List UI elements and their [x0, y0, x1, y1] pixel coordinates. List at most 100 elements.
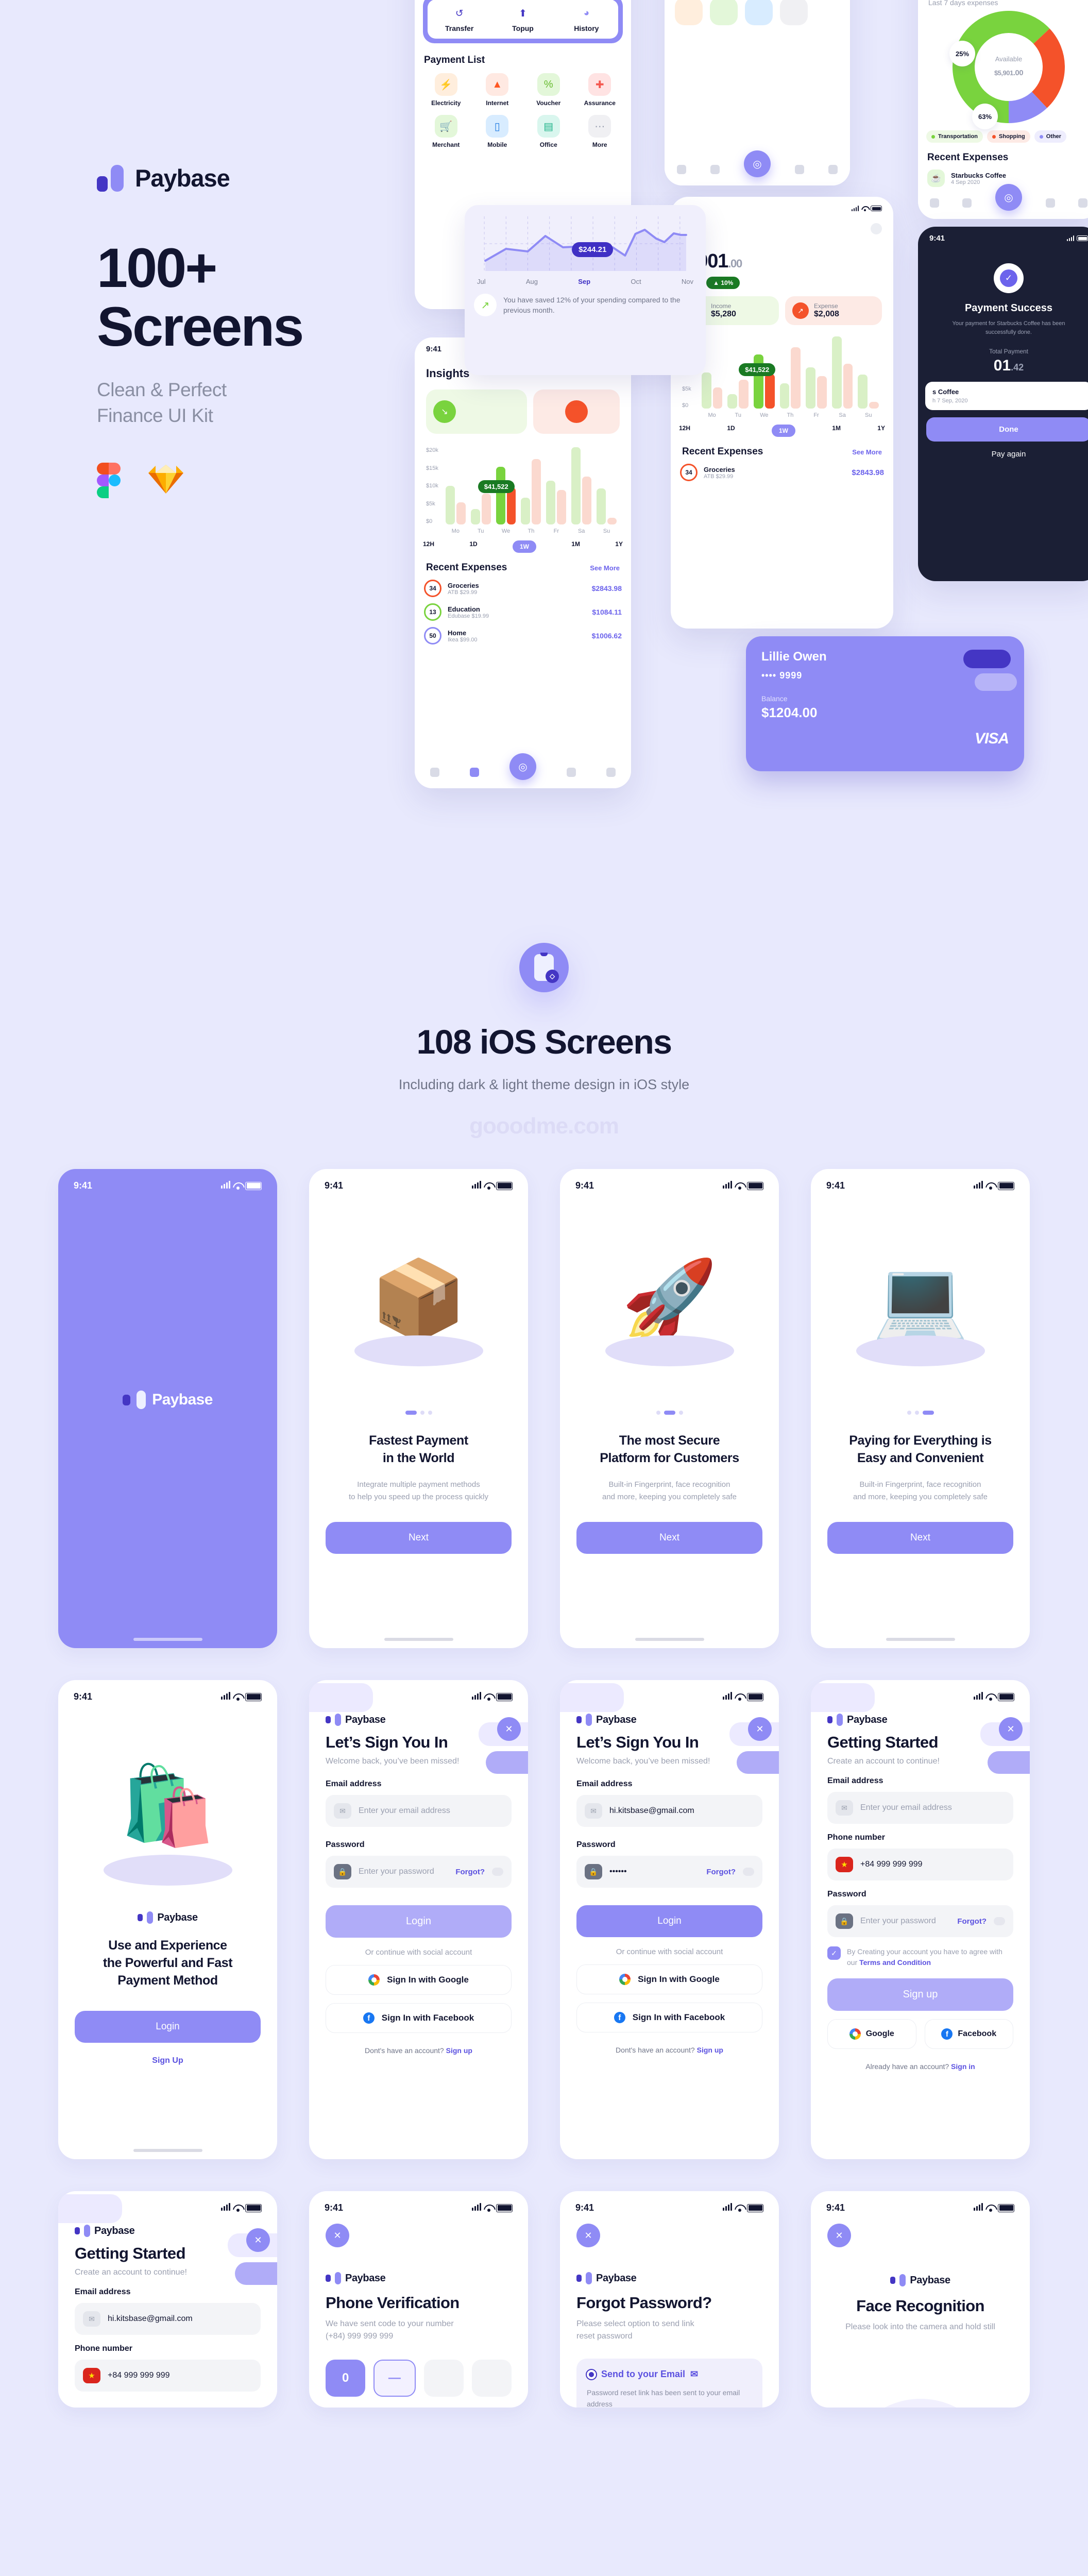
close-icon[interactable]: ✕: [246, 2228, 270, 2252]
close-icon[interactable]: ✕: [827, 2224, 851, 2247]
range-1m[interactable]: 1M: [832, 425, 841, 437]
month-nov[interactable]: Nov: [682, 278, 693, 285]
eye-off-icon[interactable]: [994, 1917, 1005, 1925]
month-jul[interactable]: Jul: [477, 278, 486, 285]
otp-digit-4[interactable]: [471, 2360, 512, 2397]
quick-action-topup[interactable]: ⬆ Topup: [491, 7, 554, 33]
terms-checkbox[interactable]: ✓: [827, 1946, 841, 1960]
tab-cards-icon[interactable]: [567, 768, 576, 777]
signup-link[interactable]: Sign up: [697, 2046, 723, 2054]
signup-button[interactable]: Sign up: [827, 1978, 1013, 2011]
payment-item-assurance[interactable]: ✚ Assurance: [576, 73, 624, 107]
next-button[interactable]: Next: [576, 1521, 762, 1554]
gear-icon[interactable]: [871, 223, 882, 234]
close-icon[interactable]: ✕: [326, 2224, 349, 2247]
service-tile[interactable]: [710, 0, 738, 25]
service-tile[interactable]: [745, 0, 773, 25]
payment-item-merchant[interactable]: 🛒 Merchant: [422, 115, 470, 148]
eye-off-icon[interactable]: [492, 1868, 503, 1876]
tab-home-icon[interactable]: [430, 768, 439, 777]
tab-profile-icon[interactable]: [828, 165, 838, 174]
email-field[interactable]: ✉ Enter your email address: [827, 1792, 1013, 1824]
payment-item-office[interactable]: ▤ Office: [524, 115, 573, 148]
range-1w[interactable]: 1W: [771, 425, 795, 437]
google-button[interactable]: Google: [827, 2019, 916, 2049]
otp-digit-2[interactable]: —: [373, 2360, 416, 2397]
see-more-link[interactable]: See More: [852, 448, 882, 456]
signin-link[interactable]: Sign in: [951, 2062, 975, 2071]
scan-fab-button[interactable]: ◎: [743, 150, 771, 177]
tab-profile-icon[interactable]: [1078, 198, 1088, 208]
tab-stats-icon[interactable]: [710, 165, 720, 174]
month-sep[interactable]: Sep: [578, 278, 590, 285]
email-field[interactable]: ✉ hi.kitsbase@gmail.com: [576, 1795, 762, 1827]
next-button[interactable]: Next: [827, 1521, 1013, 1554]
range-12h[interactable]: 12H: [423, 540, 434, 553]
month-oct[interactable]: Oct: [631, 278, 641, 285]
expense-list-item[interactable]: 34 Groceries ATB $29.99 $2843.98: [415, 573, 631, 597]
tab-cards-icon[interactable]: [1045, 198, 1055, 208]
payment-item-mobile[interactable]: ▯ Mobile: [473, 115, 522, 148]
tab-cards-icon[interactable]: [795, 165, 805, 174]
done-button[interactable]: Done: [926, 417, 1088, 442]
month-aug[interactable]: Aug: [526, 278, 538, 285]
email-field[interactable]: ✉ Enter your email address: [326, 1795, 512, 1827]
google-signin-button[interactable]: Sign In with Google: [326, 1965, 512, 1995]
see-more-link[interactable]: See More: [590, 564, 620, 572]
send-email-option[interactable]: Send to your Email ✉ Password reset link…: [576, 2359, 762, 2408]
range-1m[interactable]: 1M: [571, 540, 580, 553]
facebook-signin-button[interactable]: f Sign In with Facebook: [576, 2003, 762, 2032]
expense-list-item[interactable]: ☕ Starbucks Coffee 4 Sep 2020: [918, 163, 1088, 187]
next-button[interactable]: Next: [326, 1521, 512, 1554]
password-field[interactable]: 🔒 Enter your password Forgot?: [827, 1905, 1013, 1937]
forgot-link[interactable]: Forgot?: [455, 1868, 485, 1876]
radio-icon[interactable]: [587, 2369, 596, 2379]
payment-item-electricity[interactable]: ⚡ Electricity: [422, 73, 470, 107]
tab-stats-icon[interactable]: [469, 768, 479, 777]
pay-again-link[interactable]: Pay again: [918, 442, 1088, 459]
login-button[interactable]: Login: [326, 1905, 512, 1938]
otp-digit-1[interactable]: 0: [326, 2360, 366, 2397]
login-button[interactable]: Login: [75, 2011, 261, 2043]
expense-list-item[interactable]: 50 Home Ikea $99.00 $1006.62: [415, 621, 631, 645]
phone-field[interactable]: ★ +84 999 999 999: [75, 2360, 261, 2392]
google-signin-button[interactable]: Sign In with Google: [576, 1964, 762, 1994]
range-1y[interactable]: 1Y: [615, 540, 623, 553]
tab-home-icon[interactable]: [676, 165, 686, 174]
range-12h[interactable]: 12H: [679, 425, 690, 437]
payment-item-more[interactable]: ⋯ More: [576, 115, 624, 148]
range-1w[interactable]: 1W: [512, 540, 536, 553]
service-tile[interactable]: [675, 0, 703, 25]
scan-fab-button[interactable]: ◎: [995, 184, 1022, 211]
signup-link[interactable]: Sign up: [446, 2046, 472, 2055]
phone-field[interactable]: ★ +84 999 999 999: [827, 1849, 1013, 1880]
password-field[interactable]: 🔒 Enter your password Forgot?: [326, 1856, 512, 1888]
otp-digit-3[interactable]: [423, 2360, 464, 2397]
facebook-button[interactable]: f Facebook: [924, 2019, 1013, 2049]
facebook-signin-button[interactable]: f Sign In with Facebook: [326, 2003, 512, 2033]
eye-off-icon[interactable]: [743, 1868, 754, 1876]
quick-action-history[interactable]: ◕ History: [555, 7, 618, 32]
forgot-link[interactable]: Forgot?: [706, 1868, 736, 1876]
expense-list-item[interactable]: 34 Groceries ATB $29.99 $2843.98: [671, 457, 893, 481]
tab-home-icon[interactable]: [929, 198, 939, 208]
tab-profile-icon[interactable]: [606, 768, 616, 777]
close-icon[interactable]: ✕: [999, 1717, 1023, 1741]
quick-action-transfer[interactable]: ↺ Transfer: [428, 7, 491, 33]
forgot-link[interactable]: Forgot?: [957, 1917, 987, 1926]
range-1d[interactable]: 1D: [469, 540, 477, 553]
terms-link[interactable]: Terms and Condition: [859, 1958, 931, 1967]
tab-stats-icon[interactable]: [962, 198, 972, 208]
range-1d[interactable]: 1D: [727, 425, 735, 437]
payment-item-internet[interactable]: ▲ Internet: [473, 73, 522, 107]
password-field[interactable]: 🔒 •••••• Forgot?: [576, 1856, 762, 1888]
expense-list-item[interactable]: 13 Education Edubase $19.99 $1084.11: [415, 597, 631, 621]
email-field[interactable]: ✉ hi.kitsbase@gmail.com: [75, 2303, 261, 2335]
close-icon[interactable]: ✕: [576, 2224, 600, 2247]
payment-item-voucher[interactable]: % Voucher: [524, 73, 573, 107]
close-icon[interactable]: ✕: [497, 1717, 521, 1741]
range-1y[interactable]: 1Y: [877, 425, 885, 437]
signup-link[interactable]: Sign Up: [58, 2056, 277, 2065]
close-icon[interactable]: ✕: [748, 1717, 772, 1741]
service-tile[interactable]: [780, 0, 808, 25]
